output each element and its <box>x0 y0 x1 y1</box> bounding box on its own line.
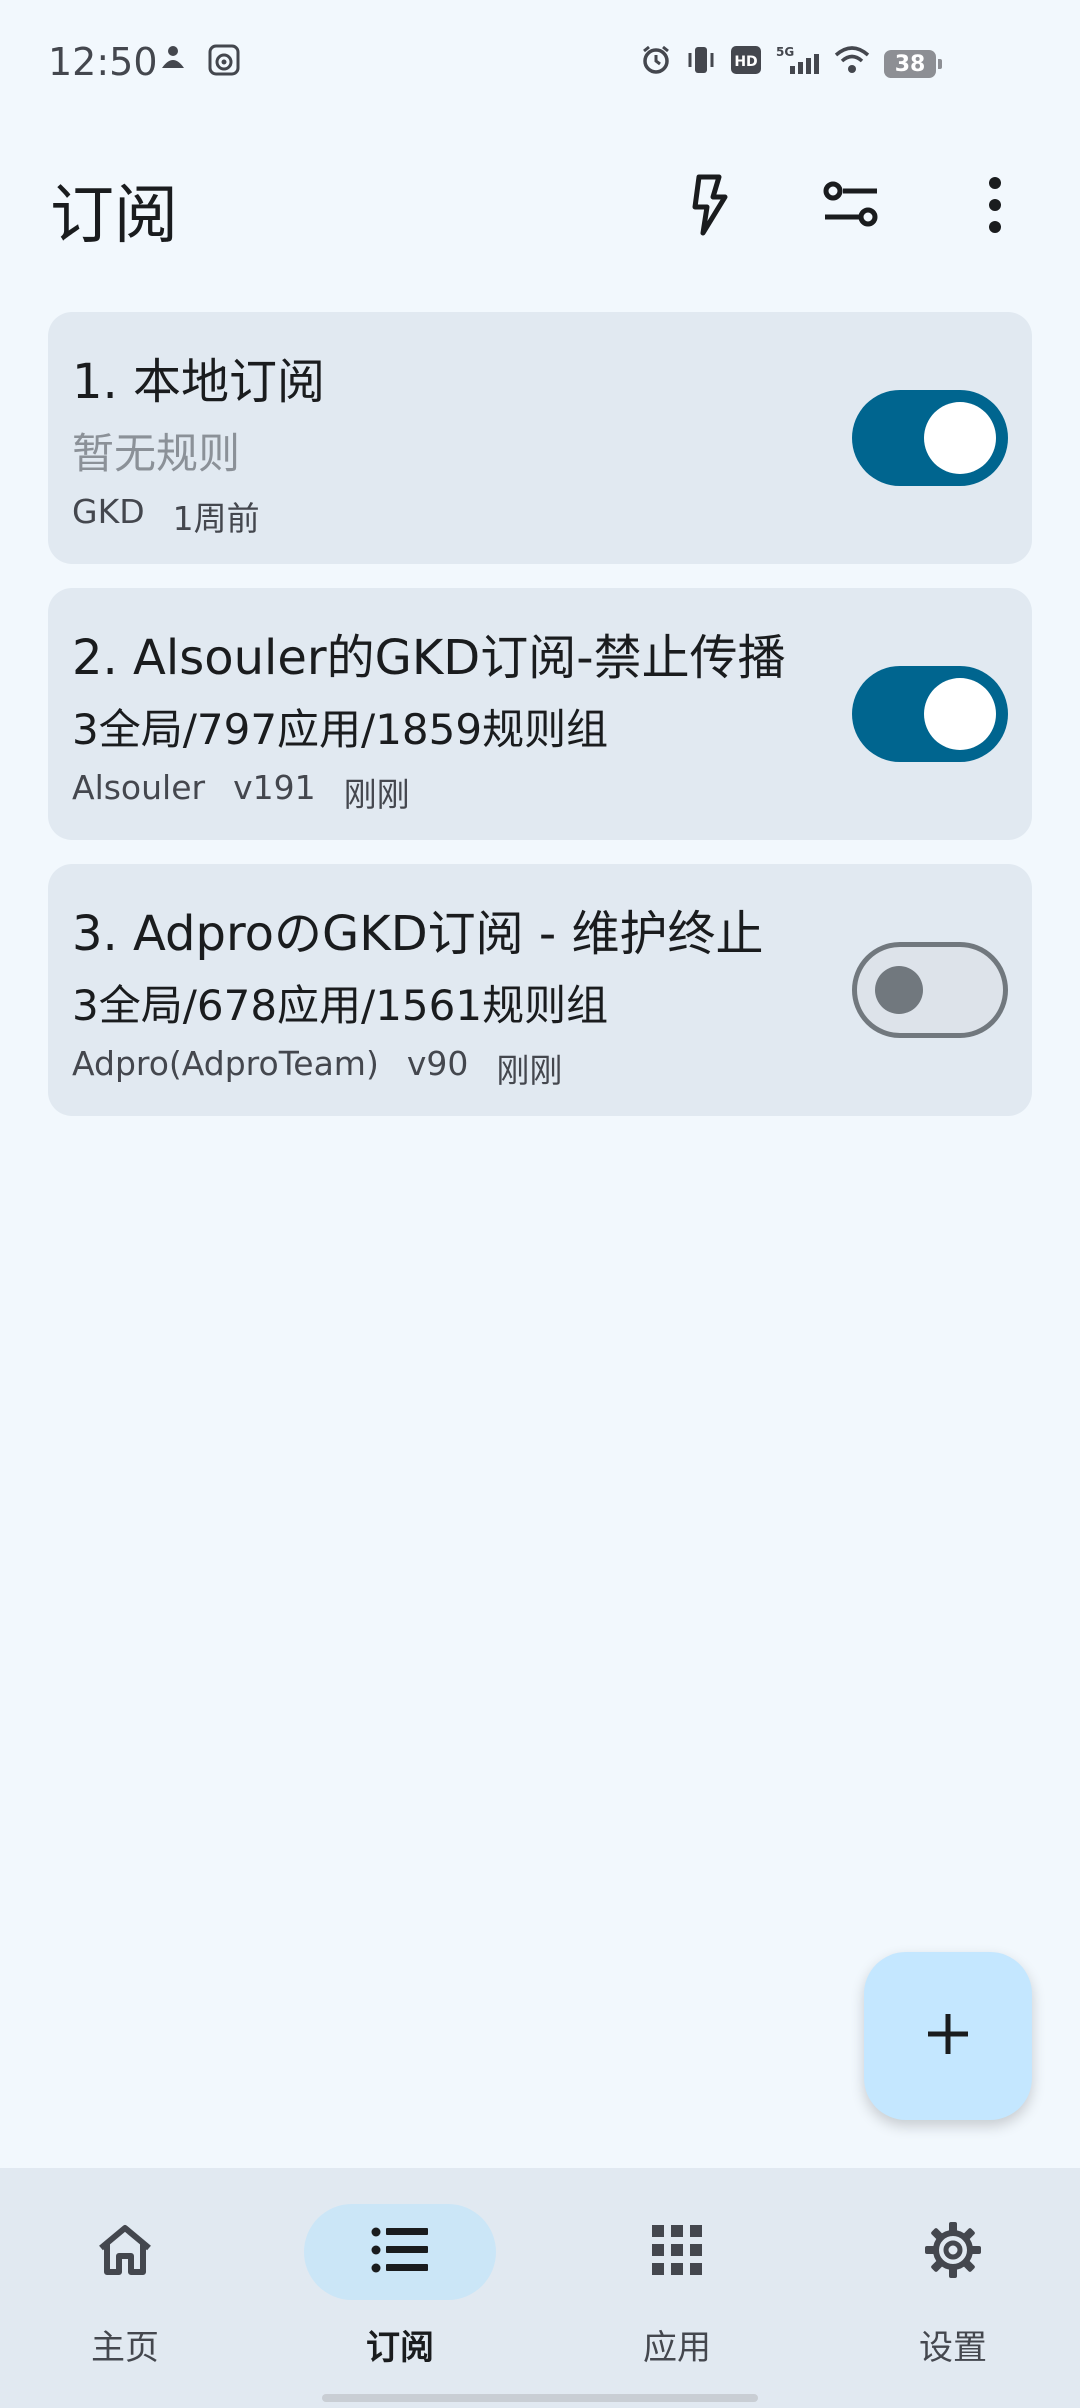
subscription-author: Adpro(AdproTeam) <box>72 1044 379 1083</box>
nav-indicator <box>29 2204 221 2300</box>
subscription-toggle[interactable] <box>852 390 1008 486</box>
subscription-author: Alsouler <box>72 768 206 807</box>
svg-text:5G: 5G <box>776 45 794 59</box>
list-icon <box>370 2226 430 2278</box>
subscription-card[interactable]: 3. AdproのGKD订阅 - 维护终止 3全局/678应用/1561规则组 … <box>48 864 1032 1116</box>
filter-button[interactable] <box>806 162 896 252</box>
gear-icon <box>923 2220 983 2284</box>
status-time: 12:50 <box>48 40 158 84</box>
nav-label: 应用 <box>643 2328 711 2368</box>
app-notification-icon <box>208 44 240 76</box>
subscription-updated: 刚刚 <box>496 1051 563 1090</box>
hd-icon: HD <box>730 45 762 75</box>
nav-label: 主页 <box>91 2328 159 2368</box>
plus-icon <box>924 2010 972 2062</box>
subscription-summary: 3全局/678应用/1561规则组 <box>72 981 609 1030</box>
status-right-icons: HD 5G <box>640 44 870 76</box>
switch-thumb <box>924 402 996 474</box>
nav-label: 订阅 <box>366 2328 434 2368</box>
subscription-card[interactable]: 2. Alsouler的GKD订阅-禁止传播 3全局/797应用/1859规则组… <box>48 588 1032 840</box>
bolt-button[interactable] <box>664 162 754 252</box>
nav-item-apps[interactable]: 应用 <box>542 2204 812 2374</box>
subscription-title: 2. Alsouler的GKD订阅-禁止传播 <box>72 630 786 686</box>
svg-text:HD: HD <box>734 54 757 70</box>
subscription-version: v90 <box>406 1044 469 1083</box>
alarm-icon <box>640 44 672 76</box>
subscription-meta: Adpro(AdproTeam) v90 刚刚 <box>72 1044 562 1092</box>
subscription-version: v191 <box>233 768 316 807</box>
nav-indicator <box>304 2204 496 2300</box>
subscription-toggle[interactable] <box>852 666 1008 762</box>
top-app-bar: 订阅 <box>0 140 1080 270</box>
vibrate-icon <box>686 44 716 76</box>
battery-icon: 38 <box>884 50 942 78</box>
subscription-summary: 3全局/797应用/1859规则组 <box>72 705 609 754</box>
wifi-icon <box>834 45 870 75</box>
subscription-title: 3. AdproのGKD订阅 - 维护终止 <box>72 906 764 962</box>
profile-icon <box>160 44 186 76</box>
home-icon <box>95 2222 155 2282</box>
grid-icon <box>651 2224 703 2280</box>
subscription-meta: GKD 1周前 <box>72 492 260 540</box>
status-bar: 12:50 HD 5G 38 <box>0 0 1080 130</box>
nav-item-settings[interactable]: 设置 <box>818 2204 1080 2374</box>
nav-indicator <box>581 2204 773 2300</box>
switch-thumb <box>924 678 996 750</box>
subscription-meta: Alsouler v191 刚刚 <box>72 768 410 816</box>
subscription-list: 1. 本地订阅 暂无规则 GKD 1周前 2. Alsouler的GKD订阅-禁… <box>48 312 1032 1140</box>
status-left-icons <box>160 44 240 76</box>
subscription-updated: 1周前 <box>172 499 260 538</box>
nav-indicator <box>857 2204 1049 2300</box>
more-options-button[interactable] <box>950 162 1040 252</box>
subscription-title: 1. 本地订阅 <box>72 354 326 410</box>
5g-signal-icon: 5G <box>776 44 820 76</box>
add-subscription-button[interactable] <box>864 1952 1032 2120</box>
subscription-author: GKD <box>72 492 145 531</box>
subscription-updated: 刚刚 <box>343 775 410 814</box>
page-title: 订阅 <box>50 179 178 253</box>
filter-icon <box>821 179 881 235</box>
nav-item-home[interactable]: 主页 <box>0 2204 260 2374</box>
gesture-bar[interactable] <box>322 2394 758 2402</box>
bolt-icon <box>685 173 733 241</box>
nav-label: 设置 <box>919 2328 987 2368</box>
nav-item-subscriptions[interactable]: 订阅 <box>265 2204 535 2374</box>
subscription-card[interactable]: 1. 本地订阅 暂无规则 GKD 1周前 <box>48 312 1032 564</box>
more-vert-icon <box>987 177 1003 237</box>
subscription-toggle[interactable] <box>852 942 1008 1038</box>
bottom-navigation: 主页 订阅 应用 设置 <box>0 2168 1080 2408</box>
subscription-summary: 暂无规则 <box>72 429 241 478</box>
switch-thumb <box>875 966 923 1014</box>
